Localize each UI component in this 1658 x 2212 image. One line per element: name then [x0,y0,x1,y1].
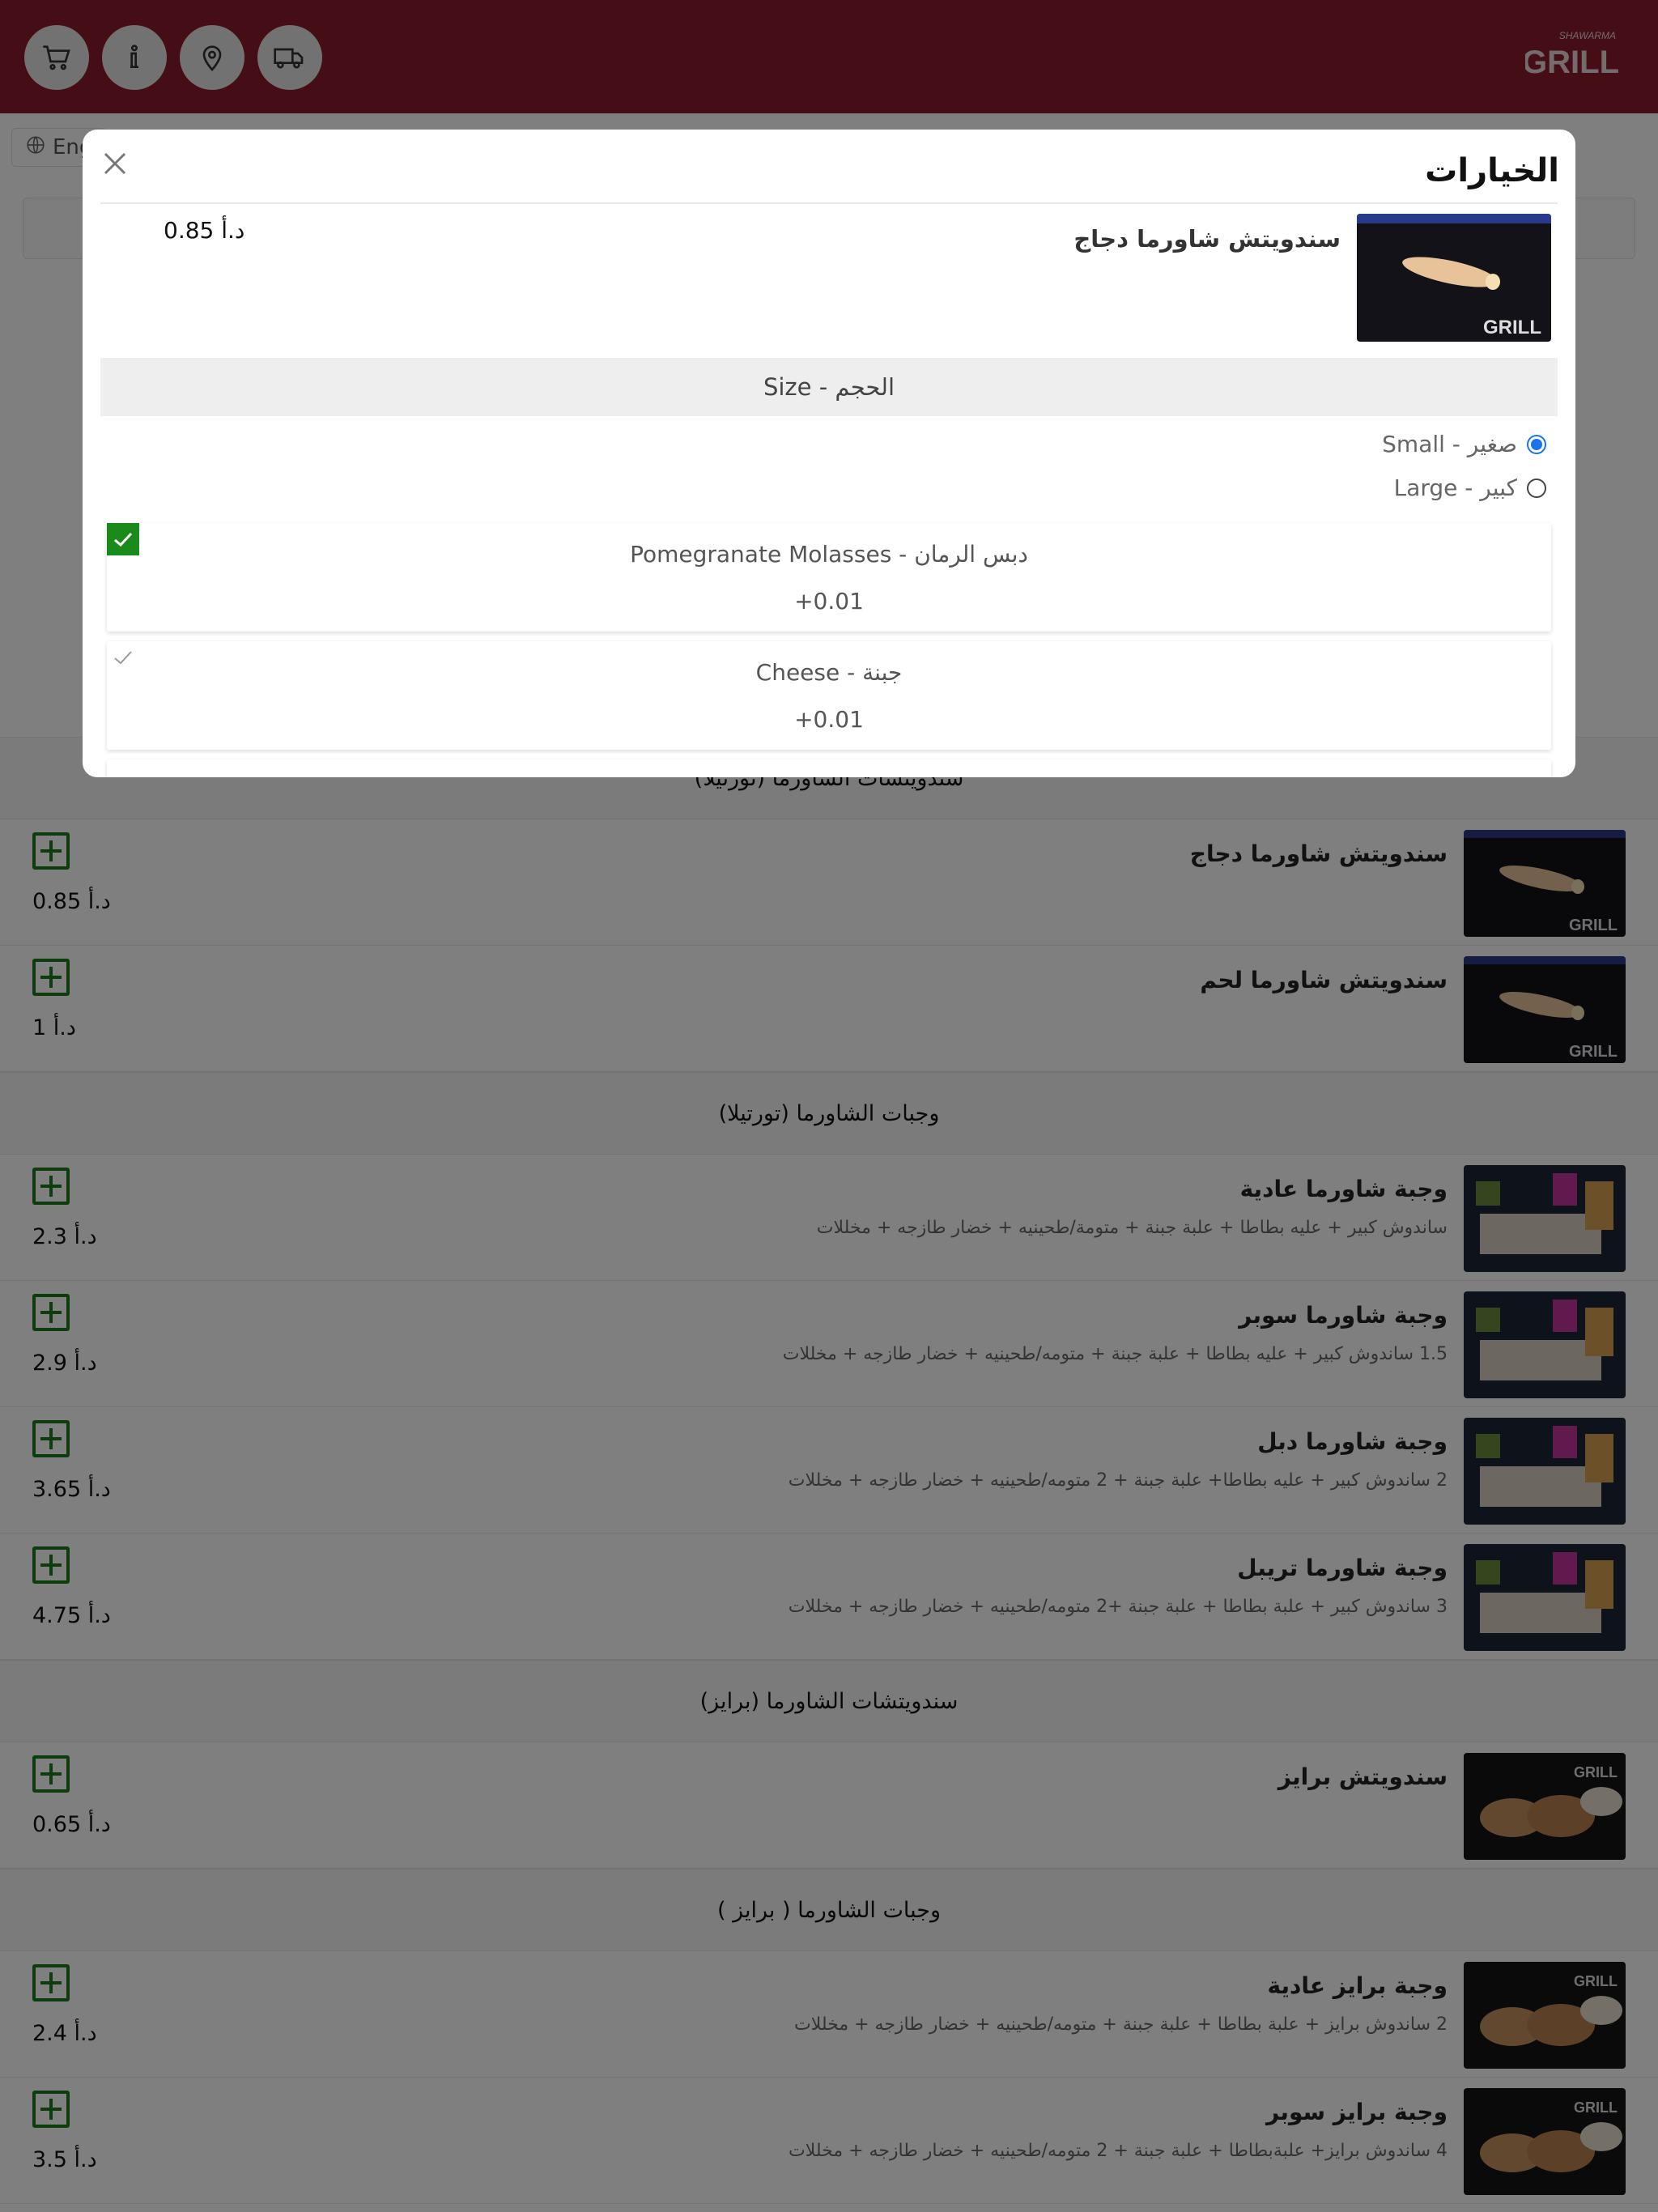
addon-cheese[interactable]: Cheese - جبنة +0.01 [107,641,1551,750]
size-option-large[interactable]: كبير - Large [1394,474,1546,501]
product-image: GRILL [1357,214,1551,342]
addon-price: +0.01 [794,588,864,615]
close-icon [104,152,126,175]
product-name: سندويتش شاورما دجاج [1073,225,1341,253]
size-option-label: صغير - Small [1382,431,1517,457]
close-button[interactable] [97,146,133,181]
addon-price: +0.01 [794,706,864,733]
size-option-label: كبير - Large [1393,474,1517,501]
product-price: 0.85 د.أ [164,217,245,244]
addon-next[interactable] [107,759,1551,777]
addon-name: Pomegranate Molasses - دبس الرمان [630,541,1028,568]
options-modal: الخيارات GRILL سندويتش شاورما دجاج 0.85 … [83,130,1575,777]
radio-selected[interactable] [1527,434,1546,454]
modal-title: الخيارات [1425,152,1559,189]
size-option-small[interactable]: صغير - Small [1382,431,1546,457]
radio-unselected[interactable] [1527,478,1546,498]
addon-name: Cheese - جبنة [755,659,903,686]
addon-pomegranate-molasses[interactable]: Pomegranate Molasses - دبس الرمان +0.01 [107,523,1551,632]
svg-text:GRILL: GRILL [1483,317,1541,338]
divider [100,202,1558,204]
size-heading: الحجم - Size [100,358,1558,416]
